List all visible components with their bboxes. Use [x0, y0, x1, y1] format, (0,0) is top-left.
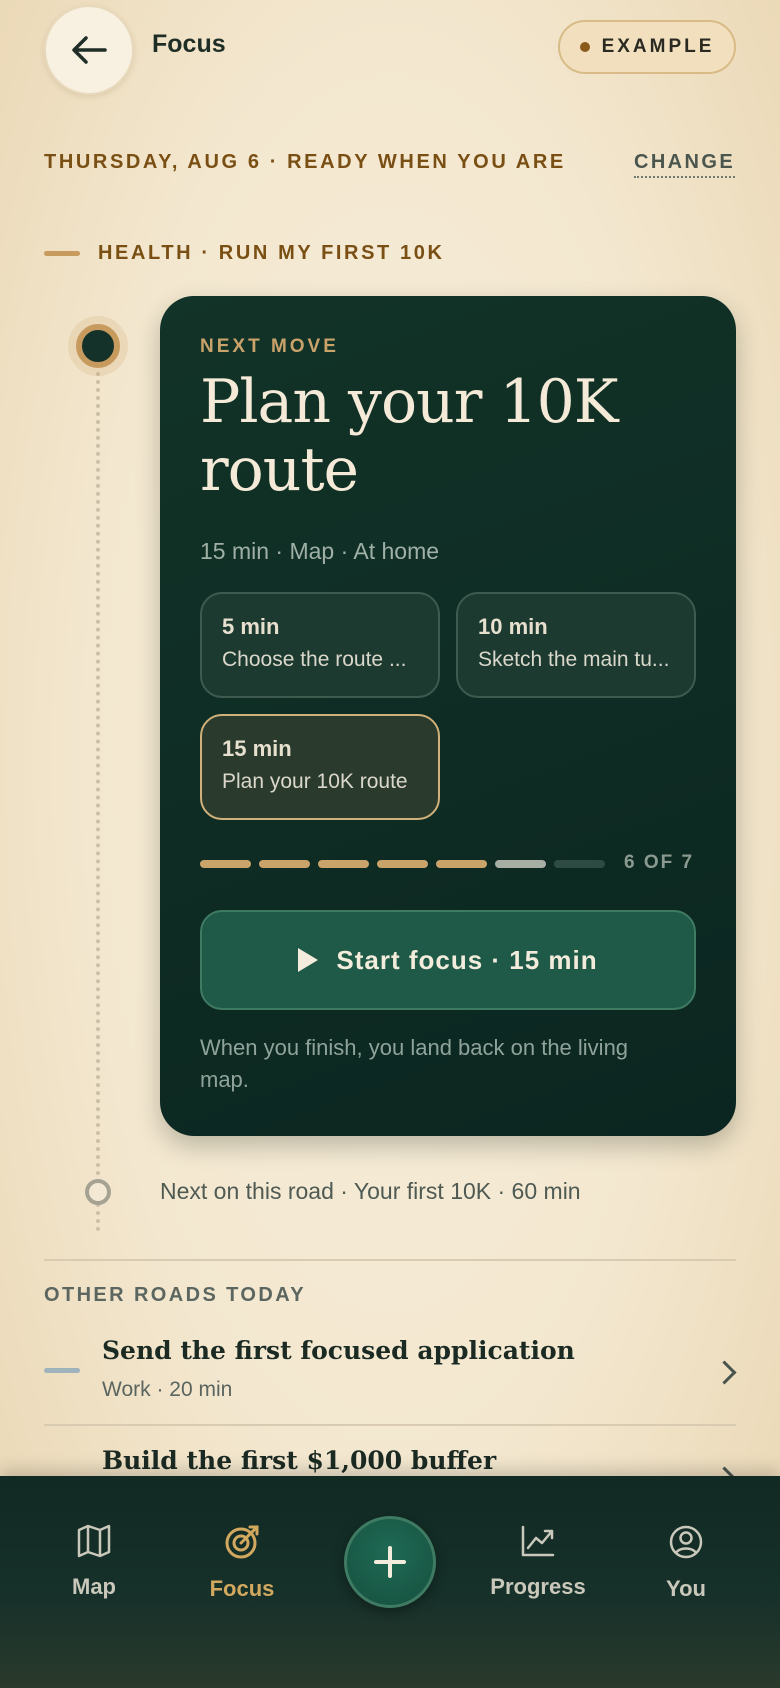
option-duration: 5 min	[222, 614, 280, 639]
change-link[interactable]: CHANGE	[634, 151, 736, 178]
road-dash	[44, 1368, 80, 1373]
next-on-road[interactable]: Next on this road · Your first 10K · 60 …	[160, 1178, 581, 1205]
progress-segment	[200, 860, 251, 868]
card-eyebrow: NEXT MOVE	[200, 336, 339, 357]
road-title[interactable]: Build the first $1,000 buffer	[102, 1446, 496, 1475]
chart-icon	[521, 1525, 555, 1557]
goal-label: HEALTH · RUN MY FIRST 10K	[98, 242, 445, 264]
progress-segment	[495, 860, 546, 868]
back-button[interactable]	[44, 5, 134, 95]
nav-label: Progress	[490, 1574, 586, 1599]
arrow-left-icon	[72, 36, 107, 64]
list-divider	[44, 1424, 736, 1426]
option-15-min[interactable]: 15 min Plan your 10K route	[200, 714, 440, 820]
start-focus-button[interactable]: Start focus · 15 min	[200, 910, 696, 1010]
progress-segment	[554, 860, 605, 868]
example-badge[interactable]: EXAMPLE	[558, 20, 736, 74]
option-5-min[interactable]: 5 min Choose the route ...	[200, 592, 440, 698]
date-status: THURSDAY, AUG 6 · READY WHEN YOU ARE	[44, 151, 566, 173]
option-10-min[interactable]: 10 min Sketch the main tu...	[456, 592, 696, 698]
option-duration: 10 min	[478, 614, 548, 639]
nav-progress[interactable]: Progress	[478, 1524, 598, 1600]
add-button[interactable]	[344, 1516, 436, 1608]
option-name: Plan your 10K route	[222, 770, 408, 793]
nav-label: You	[666, 1576, 706, 1601]
card-title: Plan your 10K route	[200, 367, 619, 505]
play-icon	[298, 948, 319, 972]
progress-segment	[436, 860, 487, 868]
other-roads-heading: OTHER ROADS TODAY	[44, 1284, 306, 1306]
chevron-right-icon[interactable]	[712, 1360, 737, 1385]
page-title: Focus	[152, 30, 226, 58]
dot-icon	[579, 42, 590, 52]
timeline-line	[96, 372, 100, 1232]
nav-label: Focus	[209, 1576, 275, 1601]
section-divider	[44, 1259, 736, 1261]
option-duration: 15 min	[222, 736, 292, 761]
progress-segment	[318, 860, 369, 868]
user-icon	[669, 1525, 703, 1559]
finish-note: When you finish, you land back on the li…	[200, 1035, 629, 1092]
progress-segment	[377, 860, 428, 868]
road-meta: Work · 20 min	[102, 1378, 233, 1401]
goal-dash	[44, 251, 80, 256]
option-name: Choose the route ...	[222, 648, 407, 671]
nav-you[interactable]: You	[626, 1524, 746, 1602]
progress-segment	[259, 860, 310, 868]
map-icon	[77, 1524, 111, 1558]
plus-icon	[374, 1546, 406, 1578]
start-focus-label: Start focus · 15 min	[336, 944, 598, 975]
example-label: EXAMPLE	[601, 36, 715, 57]
timeline-next-node	[85, 1179, 111, 1205]
card-meta: 15 min · Map · At home	[200, 538, 440, 564]
option-name: Sketch the main tu...	[478, 648, 670, 671]
nav-focus[interactable]: Focus	[182, 1524, 302, 1602]
progress-label: 6 OF 7	[624, 852, 695, 873]
timeline-current-node	[76, 324, 120, 368]
target-icon	[225, 1525, 259, 1559]
nav-label: Map	[72, 1574, 116, 1599]
road-title[interactable]: Send the first focused application	[102, 1336, 575, 1365]
nav-map[interactable]: Map	[34, 1524, 154, 1600]
